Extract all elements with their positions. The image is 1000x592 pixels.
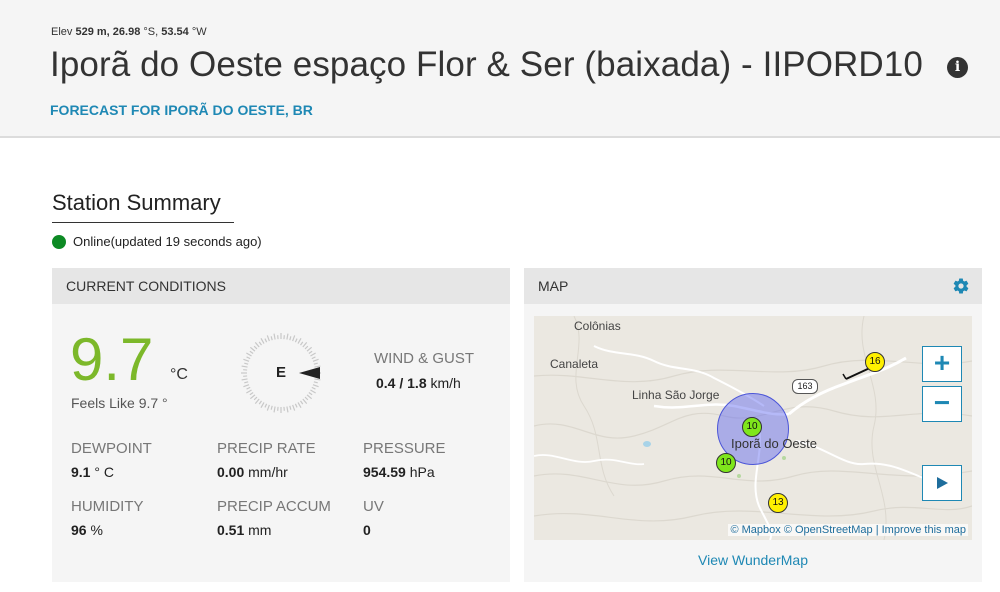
- precip-accum-value: 0.51 mm: [217, 522, 271, 538]
- uv-number: 0: [363, 522, 371, 538]
- online-status-text: Online(updated 19 seconds ago): [73, 234, 262, 249]
- station-header: Elev 529 m, 26.98 °S, 53.54 °W Iporã do …: [0, 0, 1000, 138]
- precip-rate-label: PRECIP RATE: [217, 440, 316, 457]
- online-dot-icon: [52, 234, 66, 249]
- wind-compass: E: [240, 332, 322, 414]
- humidity-unit: %: [90, 522, 103, 538]
- humidity-number: 96: [71, 522, 87, 538]
- current-conditions-panel: CURRENT CONDITIONS 9.7 °C Feels Like 9.7…: [52, 268, 510, 582]
- dewpoint-unit: ° C: [94, 464, 114, 480]
- forecast-link[interactable]: FORECAST FOR IPORÃ DO OESTE, BR: [50, 102, 313, 118]
- station-coordinates: Elev 529 m, 26.98 °S, 53.54 °W: [51, 26, 207, 38]
- precip-rate-number: 0.00: [217, 464, 245, 480]
- pressure-number: 954.59: [363, 464, 406, 480]
- play-icon: [937, 477, 948, 489]
- mapbox-link[interactable]: © Mapbox: [730, 524, 780, 536]
- uv-label: UV: [363, 498, 384, 515]
- map-panel: MAP Colônias Canaleta Linha São Jorge 16…: [524, 268, 982, 582]
- map-marker-station[interactable]: 10: [742, 417, 762, 437]
- humidity-value: 96 %: [71, 522, 103, 538]
- map-marker-10[interactable]: 10: [716, 453, 736, 473]
- elev-prefix: Elev: [51, 26, 73, 38]
- wind-gust-label: WIND & GUST: [374, 350, 474, 367]
- lat-value: 26.98: [112, 26, 141, 38]
- temperature-unit: °C: [170, 366, 188, 383]
- lon-value: 53.54: [161, 26, 189, 38]
- zoom-in-button[interactable]: +: [922, 346, 962, 382]
- pressure-unit: hPa: [409, 464, 435, 480]
- map-place-canaleta: Canaleta: [550, 357, 599, 371]
- precip-rate-value: 0.00 mm/hr: [217, 464, 288, 480]
- precip-accum-label: PRECIP ACCUM: [217, 498, 331, 515]
- map-header-label: MAP: [538, 278, 569, 294]
- zoom-out-button[interactable]: −: [922, 386, 962, 422]
- view-wundermap-link[interactable]: View WunderMap: [524, 552, 982, 568]
- humidity-label: HUMIDITY: [71, 498, 144, 515]
- wind-speed: 0.4: [376, 375, 396, 391]
- pressure-label: PRESSURE: [363, 440, 446, 457]
- elev-value: 529 m,: [75, 26, 110, 38]
- online-status: Online(updated 19 seconds ago): [52, 234, 262, 249]
- lat-unit: °S,: [143, 26, 159, 38]
- precip-accum-unit: mm: [248, 522, 272, 538]
- wind-direction: E: [275, 364, 286, 381]
- road-shield: 163: [792, 379, 818, 394]
- map-place-linha-sao-jorge: Linha São Jorge: [632, 388, 720, 402]
- map-place-ipora: Iporã do Oeste: [731, 436, 817, 451]
- dewpoint-value: 9.1 ° C: [71, 464, 114, 480]
- station-summary-underline: [52, 222, 234, 223]
- wind-unit: km/h: [430, 375, 461, 391]
- feels-like: Feels Like 9.7 °: [71, 395, 168, 411]
- map-header: MAP: [524, 268, 982, 304]
- map-marker-13[interactable]: 13: [768, 493, 788, 513]
- dewpoint-number: 9.1: [71, 464, 91, 480]
- map-place-colonias: Colônias: [574, 319, 621, 333]
- dewpoint-label: DEWPOINT: [71, 440, 152, 457]
- temperature-value: 9.7: [70, 326, 154, 393]
- uv-value: 0: [363, 522, 371, 538]
- lon-unit: °W: [191, 26, 207, 38]
- wind-gust-value: 0.4 / 1.8 km/h: [376, 375, 461, 391]
- station-summary-title: Station Summary: [52, 190, 221, 215]
- play-button[interactable]: [922, 465, 962, 501]
- current-conditions-header: CURRENT CONDITIONS: [52, 268, 510, 304]
- pressure-value: 954.59 hPa: [363, 464, 435, 480]
- gear-icon[interactable]: [952, 277, 970, 295]
- map-canvas[interactable]: Colônias Canaleta Linha São Jorge 163 Ip…: [534, 316, 972, 540]
- osm-link[interactable]: © OpenStreetMap: [784, 524, 873, 536]
- wind-gust: / 1.8: [399, 375, 427, 391]
- improve-map-link[interactable]: Improve this map: [882, 524, 966, 536]
- precip-rate-unit: mm/hr: [248, 464, 288, 480]
- info-icon[interactable]: i: [947, 57, 968, 78]
- map-attribution: © Mapbox © OpenStreetMap | Improve this …: [728, 524, 968, 536]
- precip-accum-number: 0.51: [217, 522, 245, 538]
- attribution-separator: |: [875, 524, 879, 536]
- map-marker-16[interactable]: 16: [865, 352, 885, 372]
- page-title: Iporã do Oeste espaço Flor & Ser (baixad…: [50, 45, 923, 84]
